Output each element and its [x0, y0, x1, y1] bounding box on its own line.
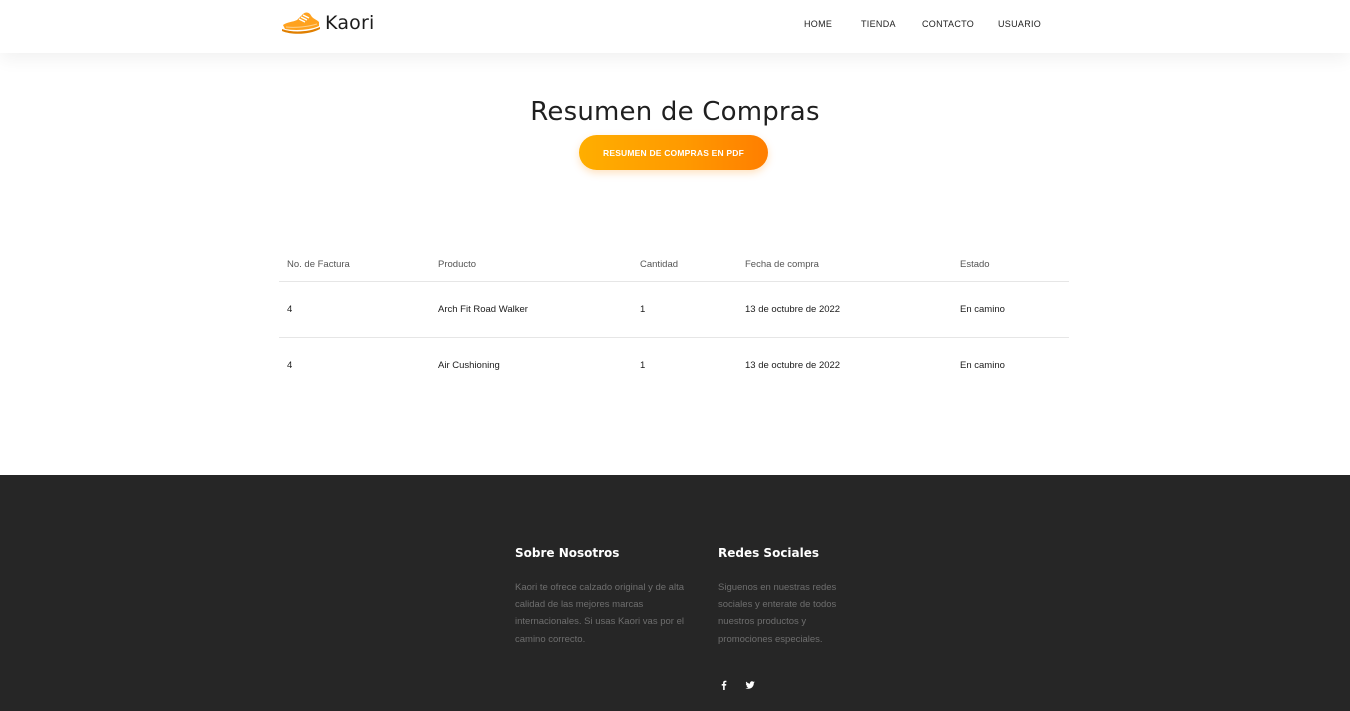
- header-purchase-date: Fecha de compra: [745, 259, 819, 270]
- cell-invoice-number: 4: [287, 304, 293, 315]
- cell-quantity: 1: [640, 304, 646, 315]
- social-links: [718, 678, 756, 690]
- header-status: Estado: [960, 259, 990, 270]
- cell-quantity: 1: [640, 360, 646, 371]
- cell-product: Air Cushioning: [438, 360, 500, 371]
- table-row: 4 Arch Fit Road Walker 1 13 de octubre d…: [279, 282, 1069, 338]
- header-quantity: Cantidad: [640, 259, 679, 270]
- purchases-table: No. de Factura Producto Cantidad Fecha d…: [279, 248, 1069, 394]
- cell-product: Arch Fit Road Walker: [438, 304, 528, 315]
- footer-social-text: Siguenos en nuestras redes sociales y en…: [718, 582, 837, 645]
- cell-status: En camino: [960, 304, 1005, 315]
- page-title: Resumen de Compras: [530, 97, 820, 127]
- footer-social-title: Redes Sociales: [718, 546, 820, 560]
- header-invoice-number: No. de Factura: [287, 259, 350, 270]
- site-header: Kaori HOME TIENDA CONTACTO USUARIO: [0, 0, 1350, 53]
- cell-invoice-number: 4: [287, 360, 293, 371]
- twitter-icon[interactable]: [744, 678, 756, 690]
- header-product: Producto: [438, 259, 477, 270]
- nav-tienda[interactable]: TIENDA: [861, 19, 896, 29]
- footer-about-column: Sobre Nosotros Kaori te ofrece calzado o…: [515, 546, 700, 648]
- main-nav: HOME TIENDA CONTACTO USUARIO: [0, 19, 1350, 33]
- facebook-icon[interactable]: [718, 678, 730, 690]
- footer-about-title: Sobre Nosotros: [515, 546, 620, 560]
- table-row: 4 Air Cushioning 1 13 de octubre de 2022…: [279, 338, 1069, 394]
- site-footer: Sobre Nosotros Kaori te ofrece calzado o…: [0, 475, 1350, 711]
- pdf-summary-button[interactable]: RESUMEN DE COMPRAS EN PDF: [579, 135, 768, 170]
- cell-purchase-date: 13 de octubre de 2022: [745, 304, 841, 315]
- nav-usuario[interactable]: USUARIO: [998, 19, 1041, 29]
- cell-status: En camino: [960, 360, 1005, 371]
- footer-social-column: Redes Sociales Siguenos en nuestras rede…: [718, 546, 843, 648]
- footer-about-text: Kaori te ofrece calzado original y de al…: [515, 582, 684, 645]
- nav-contacto[interactable]: CONTACTO: [922, 19, 974, 29]
- cell-purchase-date: 13 de octubre de 2022: [745, 360, 841, 371]
- table-header-row: No. de Factura Producto Cantidad Fecha d…: [279, 248, 1069, 282]
- nav-home[interactable]: HOME: [804, 19, 832, 29]
